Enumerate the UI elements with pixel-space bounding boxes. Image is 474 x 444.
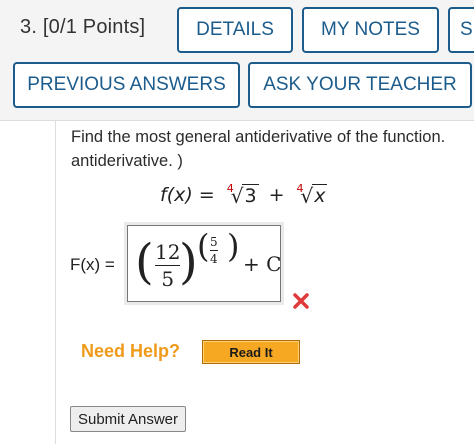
root2-radicand: x bbox=[312, 184, 328, 207]
left-paren: ( bbox=[135, 234, 154, 290]
function-equation: f(x) = 4 √ 3 + 4 √ x bbox=[160, 182, 328, 208]
root1-index: 4 bbox=[226, 182, 234, 195]
base-denominator: 5 bbox=[161, 267, 175, 291]
exp-right-paren: ) bbox=[227, 227, 240, 265]
question-number-text: 3. bbox=[20, 16, 38, 38]
previous-answers-button[interactable]: PREVIOUS ANSWERS bbox=[13, 62, 240, 108]
question-number: 3. [0/1 Points] bbox=[20, 16, 145, 39]
exp-left-paren: ( bbox=[197, 227, 210, 265]
plus-constant: + C bbox=[243, 252, 282, 276]
fourth-root-of-3: 4 √ 3 bbox=[226, 182, 259, 208]
problem-prompt: Find the most general antiderivative of … bbox=[71, 125, 474, 173]
problem-line-2: antiderivative. ) bbox=[71, 152, 183, 170]
base-fraction: 12 5 bbox=[155, 240, 181, 291]
share-button[interactable]: S bbox=[448, 7, 474, 53]
root2-index: 4 bbox=[296, 182, 304, 195]
read-it-button[interactable]: Read It bbox=[202, 340, 300, 364]
exponent-fraction: 5 4 bbox=[210, 236, 218, 265]
root1-radicand: 3 bbox=[242, 184, 259, 207]
plus-sign: + bbox=[268, 184, 285, 206]
incorrect-x-icon bbox=[293, 293, 309, 309]
content-divider bbox=[55, 120, 56, 444]
details-button[interactable]: DETAILS bbox=[177, 7, 293, 53]
exponent-denominator: 4 bbox=[210, 252, 218, 266]
answer-label: F(x) = bbox=[70, 255, 115, 274]
right-paren: ) bbox=[179, 234, 198, 290]
ask-teacher-button[interactable]: ASK YOUR TEACHER bbox=[248, 62, 472, 108]
function-label: f(x) = bbox=[160, 184, 215, 206]
my-notes-button[interactable]: MY NOTES bbox=[302, 7, 439, 53]
submit-answer-button[interactable]: Submit Answer bbox=[70, 406, 186, 432]
answer-expression: ( 12 5 ) ( 5 4 ) + C bbox=[135, 230, 285, 300]
need-help-label: Need Help? bbox=[81, 341, 181, 361]
fourth-root-of-x: 4 √ x bbox=[296, 182, 328, 208]
base-numerator: 12 bbox=[155, 240, 181, 264]
exponent-numerator: 5 bbox=[210, 235, 218, 249]
problem-line-1: Find the most general antiderivative of … bbox=[71, 128, 446, 146]
question-points: [0/1 Points] bbox=[42, 16, 146, 38]
